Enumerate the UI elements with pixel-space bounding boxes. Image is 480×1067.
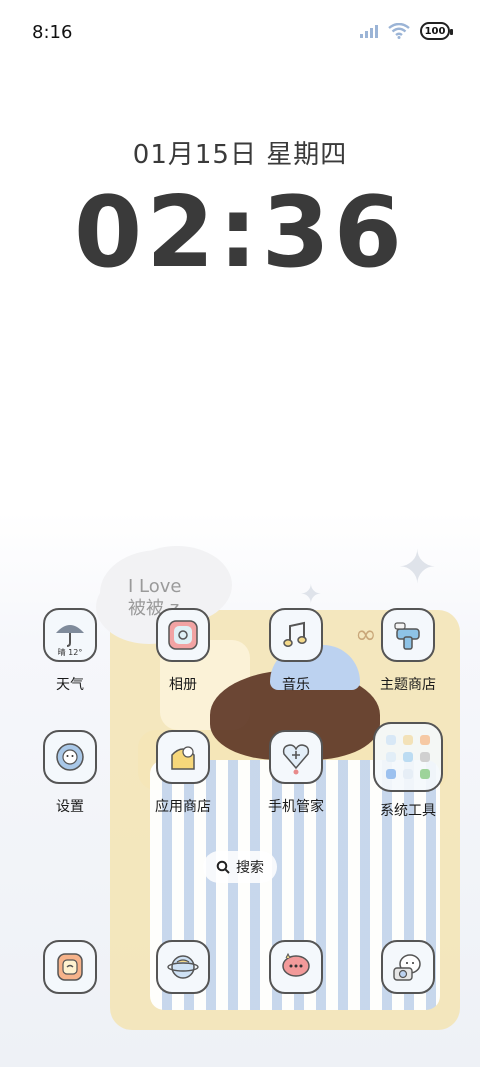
signal-icon [360, 24, 378, 38]
status-time: 8:16 [32, 22, 73, 43]
date-text[interactable]: 01月15日 星期四 [0, 134, 480, 171]
app-label: 天气 [56, 677, 84, 693]
search-label: 搜索 [236, 860, 264, 876]
app-music[interactable]: 音乐 [241, 608, 351, 694]
status-bar: 8:16 100 [0, 0, 480, 64]
clock-time[interactable]: 02:36 [0, 176, 480, 290]
app-label: 手机管家 [268, 799, 324, 815]
status-icons: 100 [360, 22, 453, 40]
sparkle-icon: ✦ [300, 580, 322, 610]
phone-icon[interactable] [43, 940, 97, 994]
messages-icon[interactable] [269, 940, 323, 994]
weather-icon[interactable]: 晴 12° [43, 608, 97, 662]
wifi-icon [388, 23, 410, 39]
search-icon [216, 860, 230, 874]
settings-icon[interactable] [43, 730, 97, 784]
phone-manager-icon[interactable] [269, 730, 323, 784]
battery-level: 100 [424, 25, 446, 37]
app-label: 主题商店 [380, 677, 436, 693]
camera-icon[interactable] [381, 940, 435, 994]
music-icon[interactable] [269, 608, 323, 662]
app-label: 音乐 [282, 677, 310, 693]
folder-icon[interactable] [373, 722, 443, 792]
battery-icon: 100 [420, 22, 453, 40]
cloud-text-line1: I Love [128, 576, 182, 597]
app-settings[interactable]: 设置 [15, 730, 125, 816]
app-label: 设置 [56, 799, 84, 815]
app-theme-store[interactable]: 主题商店 [353, 608, 463, 694]
app-weather[interactable]: 晴 12° 天气 [15, 608, 125, 694]
dock-messages[interactable] [241, 940, 351, 994]
app-label: 系统工具 [380, 803, 436, 819]
app-system-tools[interactable]: 系统工具 [353, 722, 463, 820]
app-store-icon[interactable] [156, 730, 210, 784]
search-button[interactable]: 搜索 [203, 851, 277, 883]
app-phone-manager[interactable]: 手机管家 [241, 730, 351, 816]
weather-detail: 晴 12° [58, 647, 83, 657]
app-label: 应用商店 [155, 799, 211, 815]
app-label: 相册 [169, 677, 197, 693]
album-icon[interactable] [156, 608, 210, 662]
dock-browser[interactable] [128, 940, 238, 994]
sparkle-icon: ✦ [398, 540, 437, 594]
dock-phone[interactable] [15, 940, 125, 994]
browser-icon[interactable] [156, 940, 210, 994]
theme-store-icon[interactable] [381, 608, 435, 662]
app-album[interactable]: 相册 [128, 608, 238, 694]
dock-camera[interactable] [353, 940, 463, 994]
app-app-store[interactable]: 应用商店 [128, 730, 238, 816]
